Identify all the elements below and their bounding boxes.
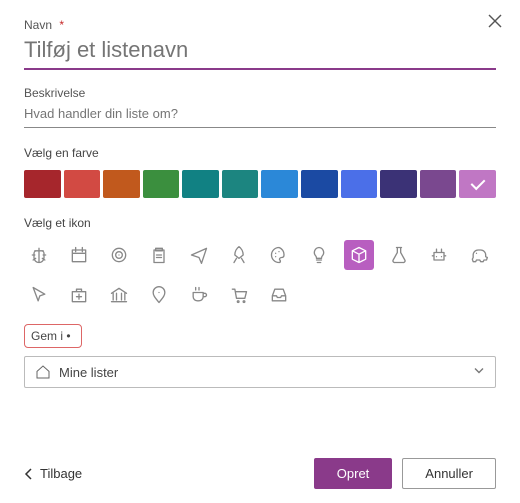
color-row [24,170,496,198]
back-label: Tilbage [40,466,82,481]
target-icon[interactable] [104,240,134,270]
color-swatch-7[interactable] [301,170,338,198]
color-swatch-1[interactable] [64,170,101,198]
color-swatch-4[interactable] [182,170,219,198]
dialog-footer: Tilbage Opret Annuller [24,458,496,489]
color-swatch-3[interactable] [143,170,180,198]
chevron-left-icon [24,468,34,480]
home-icon [35,364,51,380]
bug-icon[interactable] [24,240,54,270]
save-in-label: Gem i • [24,324,82,348]
save-location-value: Mine lister [59,365,118,380]
create-button[interactable]: Opret [314,458,393,489]
rocket-icon[interactable] [224,240,254,270]
description-input[interactable] [24,102,496,128]
bank-icon[interactable] [104,280,134,310]
calendar-icon[interactable] [64,240,94,270]
color-swatch-11[interactable] [459,170,496,198]
name-label-text: Navn [24,18,52,32]
name-input[interactable] [24,34,496,70]
cart-icon[interactable] [224,280,254,310]
color-swatch-2[interactable] [103,170,140,198]
button-row: Opret Annuller [314,458,496,489]
save-location-select[interactable]: Mine lister [24,356,496,388]
airplane-icon[interactable] [184,240,214,270]
close-icon [488,14,502,28]
lightbulb-icon[interactable] [304,240,334,270]
robot-icon[interactable] [424,240,454,270]
color-swatch-6[interactable] [261,170,298,198]
icon-section-label: Vælg et ikon [24,216,496,230]
clipboard-icon[interactable] [144,240,174,270]
first-aid-icon[interactable] [64,280,94,310]
piggy-bank-icon[interactable] [464,240,494,270]
cube-icon[interactable] [344,240,374,270]
color-swatch-0[interactable] [24,170,61,198]
coffee-icon[interactable] [184,280,214,310]
color-swatch-10[interactable] [420,170,457,198]
cursor-icon[interactable] [24,280,54,310]
save-in-label-text: Gem i [31,329,63,343]
palette-icon[interactable] [264,240,294,270]
inbox-icon[interactable] [264,280,294,310]
flask-icon[interactable] [384,240,414,270]
close-button[interactable] [484,10,506,32]
color-section-label: Vælg en farve [24,146,496,160]
color-swatch-9[interactable] [380,170,417,198]
back-button[interactable]: Tilbage [24,466,82,481]
map-pin-icon[interactable] [144,280,174,310]
description-label: Beskrivelse [24,86,496,100]
color-swatch-8[interactable] [341,170,378,198]
name-label: Navn * [24,18,496,32]
icon-grid [24,240,496,310]
chevron-down-icon [473,365,485,380]
required-star: * [59,18,64,32]
save-in-bullet: • [66,329,70,343]
color-swatch-5[interactable] [222,170,259,198]
cancel-button[interactable]: Annuller [402,458,496,489]
